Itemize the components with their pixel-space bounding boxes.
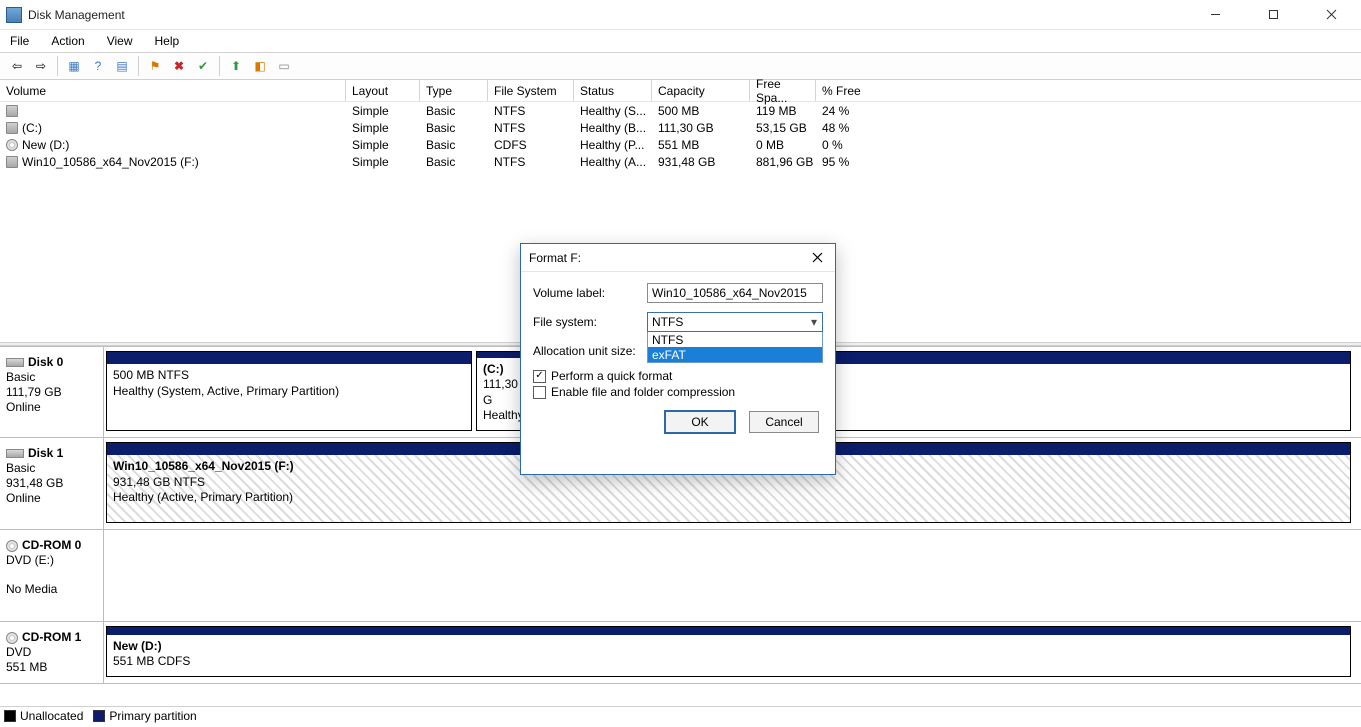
col-filesystem[interactable]: File System	[488, 80, 574, 101]
tool-icon[interactable]: ▤	[111, 55, 133, 77]
cd-icon	[6, 139, 18, 151]
close-button[interactable]	[1311, 4, 1351, 26]
col-layout[interactable]: Layout	[346, 80, 420, 101]
cd-icon	[6, 632, 18, 644]
format-dialog: Format F: Volume label: File system: NTF…	[520, 243, 836, 475]
menu-view[interactable]: View	[103, 32, 137, 50]
minimize-button[interactable]	[1195, 4, 1235, 26]
back-button[interactable]: ⇦	[6, 55, 28, 77]
drive-icon	[6, 156, 18, 168]
label-filesystem: File system:	[533, 315, 647, 329]
checkbox-icon	[533, 386, 546, 399]
app-icon	[6, 7, 22, 23]
upload-icon[interactable]: ⬆	[225, 55, 247, 77]
menu-file[interactable]: File	[6, 32, 33, 50]
drive-icon	[6, 105, 18, 117]
menubar: File Action View Help	[0, 30, 1361, 52]
cancel-button[interactable]: Cancel	[749, 411, 819, 433]
disk-info[interactable]: Disk 0 Basic111,79 GBOnline	[0, 347, 104, 437]
cd-icon	[6, 540, 18, 552]
disk-row: CD-ROM 1 DVD551 MB New (D:) 551 MB CDFS	[0, 622, 1361, 684]
separator	[219, 56, 220, 76]
menu-action[interactable]: Action	[47, 32, 88, 50]
partition[interactable]: New (D:) 551 MB CDFS	[106, 626, 1351, 677]
tool-icon[interactable]: ◧	[249, 55, 271, 77]
forward-button[interactable]: ⇨	[30, 55, 52, 77]
delete-icon[interactable]: ✖	[168, 55, 190, 77]
window-title: Disk Management	[28, 8, 1195, 22]
volume-name: New (D:)	[22, 138, 69, 152]
partition[interactable]: 500 MB NTFS Healthy (System, Active, Pri…	[106, 351, 472, 431]
filesystem-dropdown: NTFS exFAT	[647, 332, 823, 363]
col-volume[interactable]: Volume	[0, 80, 346, 101]
volume-row[interactable]: New (D:) SimpleBasicCDFSHealthy (P...551…	[0, 136, 1361, 153]
ok-button[interactable]: OK	[665, 411, 735, 433]
col-status[interactable]: Status	[574, 80, 652, 101]
swatch-unallocated	[4, 710, 16, 722]
dialog-close-button[interactable]	[807, 248, 827, 268]
volume-row[interactable]: SimpleBasicNTFSHealthy (S...500 MB119 MB…	[0, 102, 1361, 119]
label-alloc: Allocation unit size:	[533, 344, 649, 358]
compress-checkbox[interactable]: Enable file and folder compression	[533, 385, 823, 399]
titlebar: Disk Management	[0, 0, 1361, 30]
window-buttons	[1195, 4, 1355, 26]
tool-icon[interactable]: ▦	[63, 55, 85, 77]
check-icon[interactable]: ✔	[192, 55, 214, 77]
volume-name: (C:)	[22, 121, 42, 135]
chevron-down-icon: ▾	[806, 313, 822, 331]
help-icon[interactable]: ?	[87, 55, 109, 77]
maximize-button[interactable]	[1253, 4, 1293, 26]
disk-info[interactable]: Disk 1 Basic931,48 GBOnline	[0, 438, 104, 529]
tool-icon[interactable]: ▭	[273, 55, 295, 77]
option-exfat[interactable]: exFAT	[648, 347, 822, 362]
volume-row[interactable]: (C:) SimpleBasicNTFSHealthy (B...111,30 …	[0, 119, 1361, 136]
col-free[interactable]: Free Spa...	[750, 80, 816, 101]
checkbox-icon: ✓	[533, 370, 546, 383]
dialog-titlebar[interactable]: Format F:	[521, 244, 835, 272]
legend: Unallocated Primary partition	[0, 706, 1361, 724]
disk-row: CD-ROM 0 DVD (E:) No Media	[0, 530, 1361, 622]
swatch-primary	[93, 710, 105, 722]
dialog-title: Format F:	[529, 251, 807, 265]
disk-info[interactable]: CD-ROM 0 DVD (E:) No Media	[0, 530, 104, 621]
volume-row[interactable]: Win10_10586_x64_Nov2015 (F:) SimpleBasic…	[0, 153, 1361, 170]
disk-info[interactable]: CD-ROM 1 DVD551 MB	[0, 622, 104, 683]
label-volume: Volume label:	[533, 286, 647, 300]
hdd-icon	[6, 449, 24, 458]
option-ntfs[interactable]: NTFS	[648, 332, 822, 347]
toolbar: ⇦ ⇨ ▦ ? ▤ ⚑ ✖ ✔ ⬆ ◧ ▭	[0, 52, 1361, 80]
flag-icon[interactable]: ⚑	[144, 55, 166, 77]
separator	[57, 56, 58, 76]
col-capacity[interactable]: Capacity	[652, 80, 750, 101]
col-pct-free[interactable]: % Free	[816, 80, 906, 101]
volume-label-input[interactable]	[647, 283, 823, 303]
separator	[138, 56, 139, 76]
quick-format-checkbox[interactable]: ✓ Perform a quick format	[533, 369, 823, 383]
volumes-header: Volume Layout Type File System Status Ca…	[0, 80, 1361, 102]
volume-name: Win10_10586_x64_Nov2015 (F:)	[22, 155, 199, 169]
drive-icon	[6, 122, 18, 134]
col-type[interactable]: Type	[420, 80, 488, 101]
filesystem-select[interactable]: NTFS ▾ NTFS exFAT	[647, 312, 823, 332]
menu-help[interactable]: Help	[151, 32, 184, 50]
hdd-icon	[6, 358, 24, 367]
